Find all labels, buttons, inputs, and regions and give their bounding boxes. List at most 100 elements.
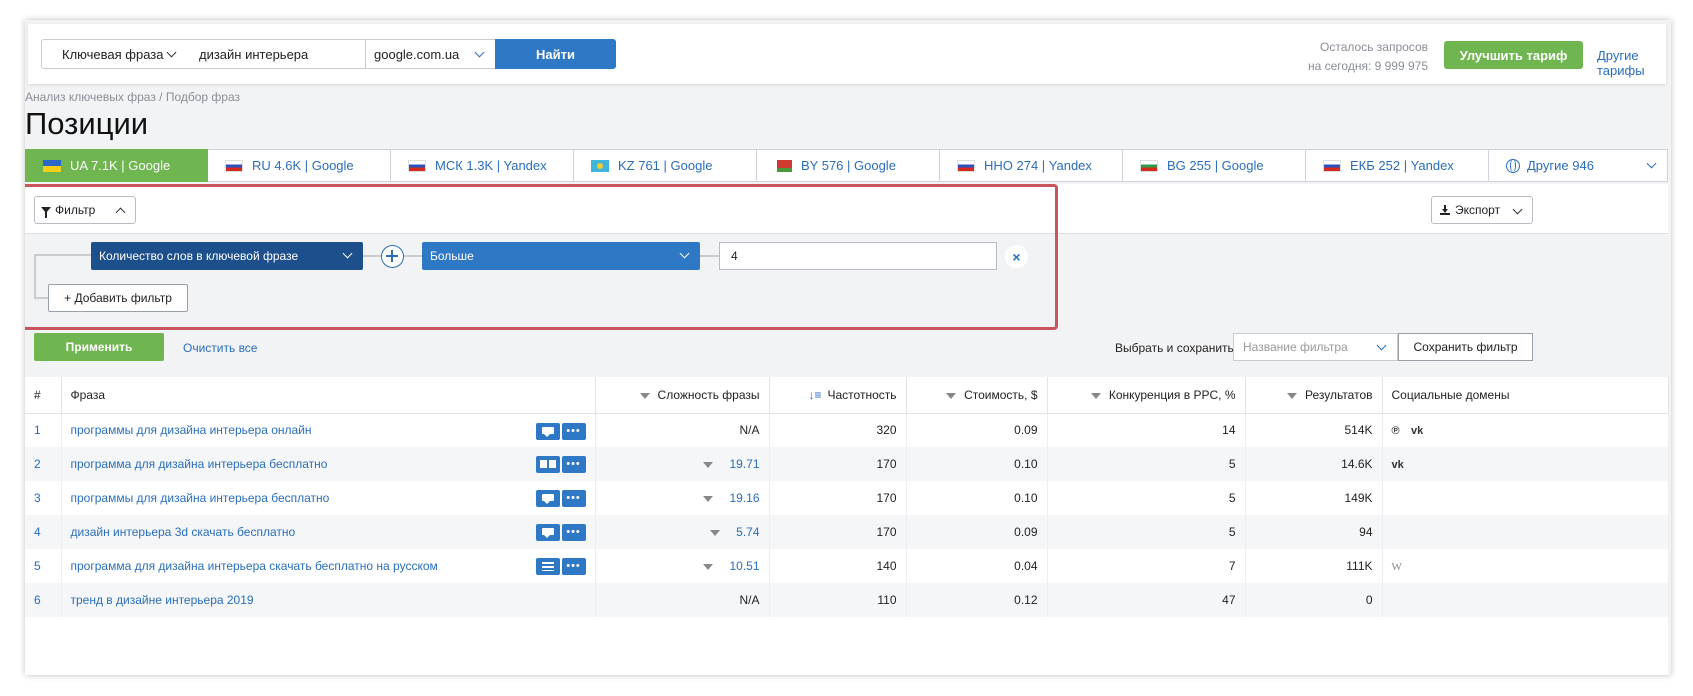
phrase-link[interactable]: программы для дизайна интерьера бесплатн…	[71, 491, 330, 505]
row-actions	[535, 558, 586, 575]
vk-icon[interactable]: vk	[1392, 459, 1404, 471]
table-row: 6 тренд в дизайне интерьера 2019 N/A 110…	[25, 583, 1669, 617]
search-type-select[interactable]: Ключевая фраза	[41, 39, 189, 69]
serp-text-icon[interactable]	[535, 558, 560, 575]
quota-info: Осталось запросов на сегодня: 9 999 975	[1248, 38, 1428, 76]
find-button[interactable]: Найти	[495, 39, 616, 69]
quota-line-1: Осталось запросов	[1320, 40, 1428, 54]
chevron-down-icon	[1512, 204, 1523, 215]
vk-icon[interactable]: vk	[1411, 425, 1423, 437]
tab-kz-google[interactable]: KZ 761 | Google	[574, 149, 757, 182]
tab-ru-google[interactable]: RU 4.6K | Google	[208, 149, 391, 182]
row-competition: 47	[1047, 583, 1246, 617]
row-competition: 7	[1047, 549, 1246, 583]
more-icon[interactable]	[561, 490, 586, 507]
expand-icon[interactable]	[703, 495, 714, 502]
upgrade-plan-button[interactable]: Улучшить тариф	[1444, 41, 1583, 69]
col-frequency-header[interactable]: ↓≡ Частотность	[769, 377, 907, 414]
search-engine-label: google.com.ua	[374, 46, 460, 62]
col-difficulty-header[interactable]: Сложность фразы	[595, 377, 770, 414]
filter-operator-label: Больше	[430, 249, 474, 263]
row-social: W	[1382, 549, 1669, 583]
chevron-down-icon	[342, 248, 353, 259]
tab-label: BY 576 | Google	[801, 158, 896, 173]
add-condition-icon[interactable]	[381, 245, 404, 268]
col-competition-header[interactable]: Конкуренция в PPC, %	[1047, 377, 1246, 414]
phrase-link[interactable]: программа для дизайна интерьера скачать …	[71, 559, 438, 573]
serp-snippet-icon[interactable]	[535, 422, 560, 440]
difficulty-link[interactable]: 10.51	[729, 559, 759, 573]
tab-label: ННО 274 | Yandex	[984, 158, 1092, 173]
serp-cards-icon[interactable]	[535, 456, 560, 473]
row-phrase-cell: тренд в дизайне интерьера 2019	[61, 583, 596, 617]
serp-snippet-icon[interactable]	[535, 524, 560, 541]
filter-value-input[interactable]	[719, 242, 997, 270]
breadcrumb[interactable]: Анализ ключевых фраз / Подбор фраз	[25, 90, 240, 104]
table-row: 4 дизайн интерьера 3d скачать бесплатно …	[25, 515, 1669, 549]
expand-icon[interactable]	[710, 529, 721, 536]
more-icon[interactable]	[561, 524, 586, 541]
filter-toggle-label: Фильтр	[55, 203, 96, 217]
wikipedia-icon[interactable]: W	[1392, 561, 1402, 573]
row-cost: 0.09	[906, 515, 1048, 549]
tab-ua-google[interactable]: UA 7.1K | Google	[25, 149, 208, 182]
add-filter-button[interactable]: + Добавить фильтр	[48, 284, 188, 312]
tab-ekb-yandex[interactable]: ЕКБ 252 | Yandex	[1306, 149, 1489, 182]
pinterest-icon[interactable]: ℗	[1392, 425, 1400, 437]
col-results-header[interactable]: Результатов	[1245, 377, 1383, 414]
chevron-down-icon	[166, 47, 177, 58]
filter-toggle-button[interactable]: Фильтр	[34, 196, 136, 224]
table-row: 2 программа для дизайна интерьера беспла…	[25, 447, 1669, 481]
filter-operator-select[interactable]: Больше	[422, 242, 700, 270]
tab-nno-yandex[interactable]: ННО 274 | Yandex	[940, 149, 1123, 182]
difficulty-link[interactable]: 19.16	[729, 491, 759, 505]
col-social-header: Социальные домены	[1382, 377, 1669, 414]
tab-bg-google[interactable]: BG 255 | Google	[1123, 149, 1306, 182]
close-icon[interactable]: ×	[1005, 245, 1028, 268]
filter-connector	[363, 255, 381, 257]
more-icon[interactable]	[561, 422, 586, 440]
phrase-link[interactable]: дизайн интерьера 3d скачать бесплатно	[71, 525, 296, 539]
more-icon[interactable]	[561, 558, 586, 575]
chevron-up-icon	[115, 207, 126, 218]
filter-tree-line	[34, 254, 91, 256]
phrase-link[interactable]: тренд в дизайне интерьера 2019	[71, 593, 254, 607]
phrase-input[interactable]	[188, 39, 366, 69]
row-frequency: 110	[769, 583, 907, 617]
row-cost: 0.04	[906, 549, 1048, 583]
tab-by-google[interactable]: BY 576 | Google	[757, 149, 940, 182]
tab-other-regions[interactable]: Другие 946	[1489, 149, 1668, 182]
row-difficulty: 5.74	[595, 515, 770, 549]
serp-snippet-icon[interactable]	[535, 490, 560, 507]
filter-tree-line	[34, 297, 49, 299]
flag-ru-icon	[1323, 159, 1341, 172]
col-cost-label: Стоимость, $	[964, 387, 1038, 402]
phrase-link[interactable]: программа для дизайна интерьера бесплатн…	[71, 457, 328, 471]
export-button[interactable]: Экспорт	[1431, 196, 1533, 224]
export-label: Экспорт	[1455, 203, 1501, 217]
chevron-down-icon	[474, 47, 485, 58]
clear-all-link[interactable]: Очистить все	[183, 341, 257, 355]
tab-label: UA 7.1K | Google	[70, 158, 171, 173]
difficulty-link[interactable]: 5.74	[736, 525, 759, 539]
row-competition: 5	[1047, 447, 1246, 481]
expand-icon[interactable]	[703, 563, 714, 570]
phrase-link[interactable]: программы для дизайна интерьера онлайн	[71, 423, 312, 437]
tab-msk-yandex[interactable]: МСК 1.3K | Yandex	[391, 149, 574, 182]
row-phrase-cell: дизайн интерьера 3d скачать бесплатно	[61, 515, 596, 549]
row-phrase-cell: программа для дизайна интерьера бесплатн…	[61, 447, 596, 481]
filter-field-select[interactable]: Количество слов в ключевой фразе	[91, 242, 363, 270]
expand-icon[interactable]	[703, 461, 714, 468]
row-competition: 5	[1047, 481, 1246, 515]
other-plans-link[interactable]: Другие тарифы	[1597, 48, 1666, 78]
apply-button[interactable]: Применить	[34, 333, 164, 361]
search-engine-select[interactable]: google.com.ua	[365, 39, 496, 69]
saved-filter-select[interactable]: Название фильтра	[1233, 333, 1398, 361]
col-phrase-header[interactable]: Фраза	[61, 377, 596, 414]
more-icon[interactable]	[561, 456, 586, 473]
col-cost-header[interactable]: Стоимость, $	[906, 377, 1048, 414]
flag-by-icon	[774, 159, 792, 172]
row-results: 94	[1245, 515, 1383, 549]
difficulty-link[interactable]: 19.71	[729, 457, 759, 471]
save-filter-button[interactable]: Сохранить фильтр	[1398, 333, 1533, 361]
